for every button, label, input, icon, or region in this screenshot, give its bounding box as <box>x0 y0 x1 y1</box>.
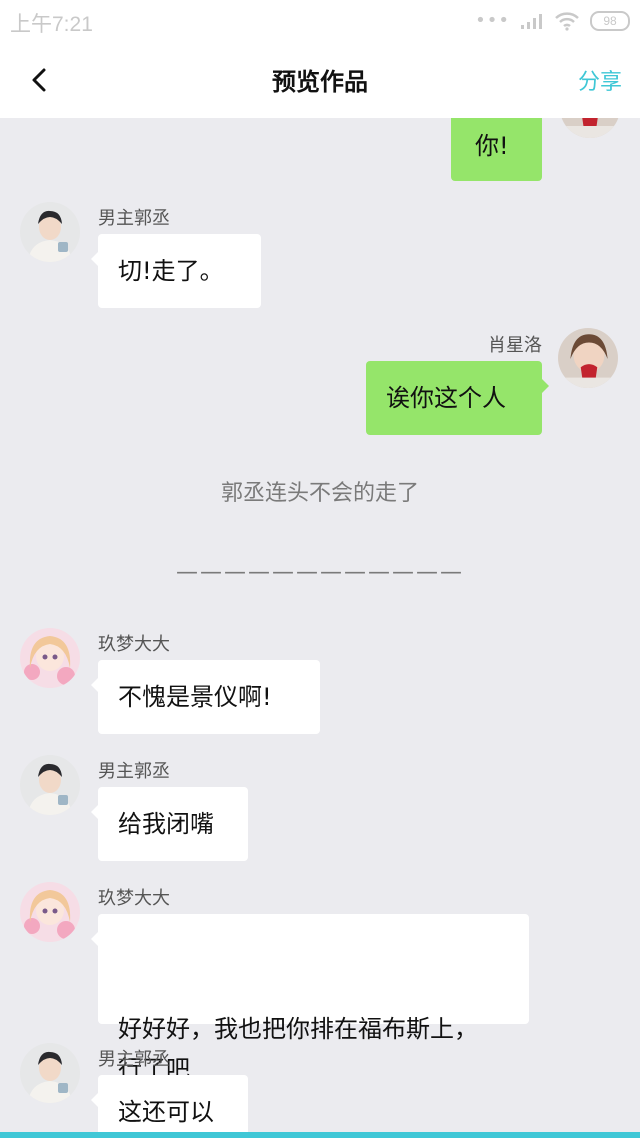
message-text: 切!走了。 <box>118 257 224 285</box>
avatar-jiumeng[interactable] <box>20 882 80 942</box>
message-bubble[interactable]: 不愧是景仪啊! <box>91 660 320 734</box>
avatar-xiaoxingluo[interactable] <box>560 118 620 138</box>
message-bubble[interactable]: 这还可以 <box>91 1075 248 1138</box>
share-button[interactable]: 分享 <box>578 64 622 96</box>
sender-name: 肖星洛 <box>488 335 542 356</box>
avatar-guocheng[interactable] <box>20 755 80 815</box>
signal-icon <box>521 14 542 29</box>
sender-name: 男主郭丞 <box>98 761 170 782</box>
message-text: 这还可以 <box>118 1098 214 1126</box>
message-bubble[interactable]: 切!走了。 <box>91 234 261 308</box>
sender-name: 男主郭丞 <box>98 1049 170 1070</box>
sender-name: 玖梦大大 <box>98 888 170 909</box>
avatar-xiaoxingluo[interactable] <box>558 328 618 388</box>
status-bar: 上午7:21 ••• 98 <box>0 0 640 44</box>
message-text: 不愧是景仪啊! <box>118 683 272 711</box>
status-time: 上午7:21 <box>10 13 93 36</box>
nav-bar: 预览作品 分享 <box>0 44 640 118</box>
avatar-jiumeng[interactable] <box>20 628 80 688</box>
narration-text: 郭丞连头不会的走了 <box>220 481 419 506</box>
page-title: 预览作品 <box>272 68 368 96</box>
sender-name: 玖梦大大 <box>98 634 170 655</box>
message-text: 诶你这个人 <box>386 384 506 412</box>
battery-icon: 98 <box>590 11 630 31</box>
signal-dots-icon: ••• <box>475 10 510 31</box>
scene-divider: ———————————— <box>176 560 464 585</box>
message-text: 好好好，我也把你排在福布斯上， 行了吧 <box>118 1015 478 1083</box>
message-bubble[interactable]: 给我闭嘴 <box>91 787 248 861</box>
sender-name: 男主郭丞 <box>98 208 170 229</box>
wifi-icon <box>555 12 579 31</box>
avatar-guocheng[interactable] <box>20 1043 80 1103</box>
message-bubble[interactable]: 诶你这个人 <box>366 361 549 435</box>
message-text: 你! <box>475 132 509 160</box>
message-bubble[interactable]: 你! <box>451 118 542 181</box>
avatar-guocheng[interactable] <box>20 202 80 262</box>
bottom-accent-bar <box>0 1132 640 1138</box>
chat-area[interactable]: 你! 男主郭丞 切!走了。 肖星洛 诶你这个人 郭丞连头不会的走了 ——————… <box>0 118 640 1138</box>
status-icons: ••• 98 <box>475 10 630 32</box>
message-bubble[interactable]: 好好好，我也把你排在福布斯上， 行了吧 <box>91 914 529 1083</box>
message-text: 给我闭嘴 <box>118 810 214 838</box>
